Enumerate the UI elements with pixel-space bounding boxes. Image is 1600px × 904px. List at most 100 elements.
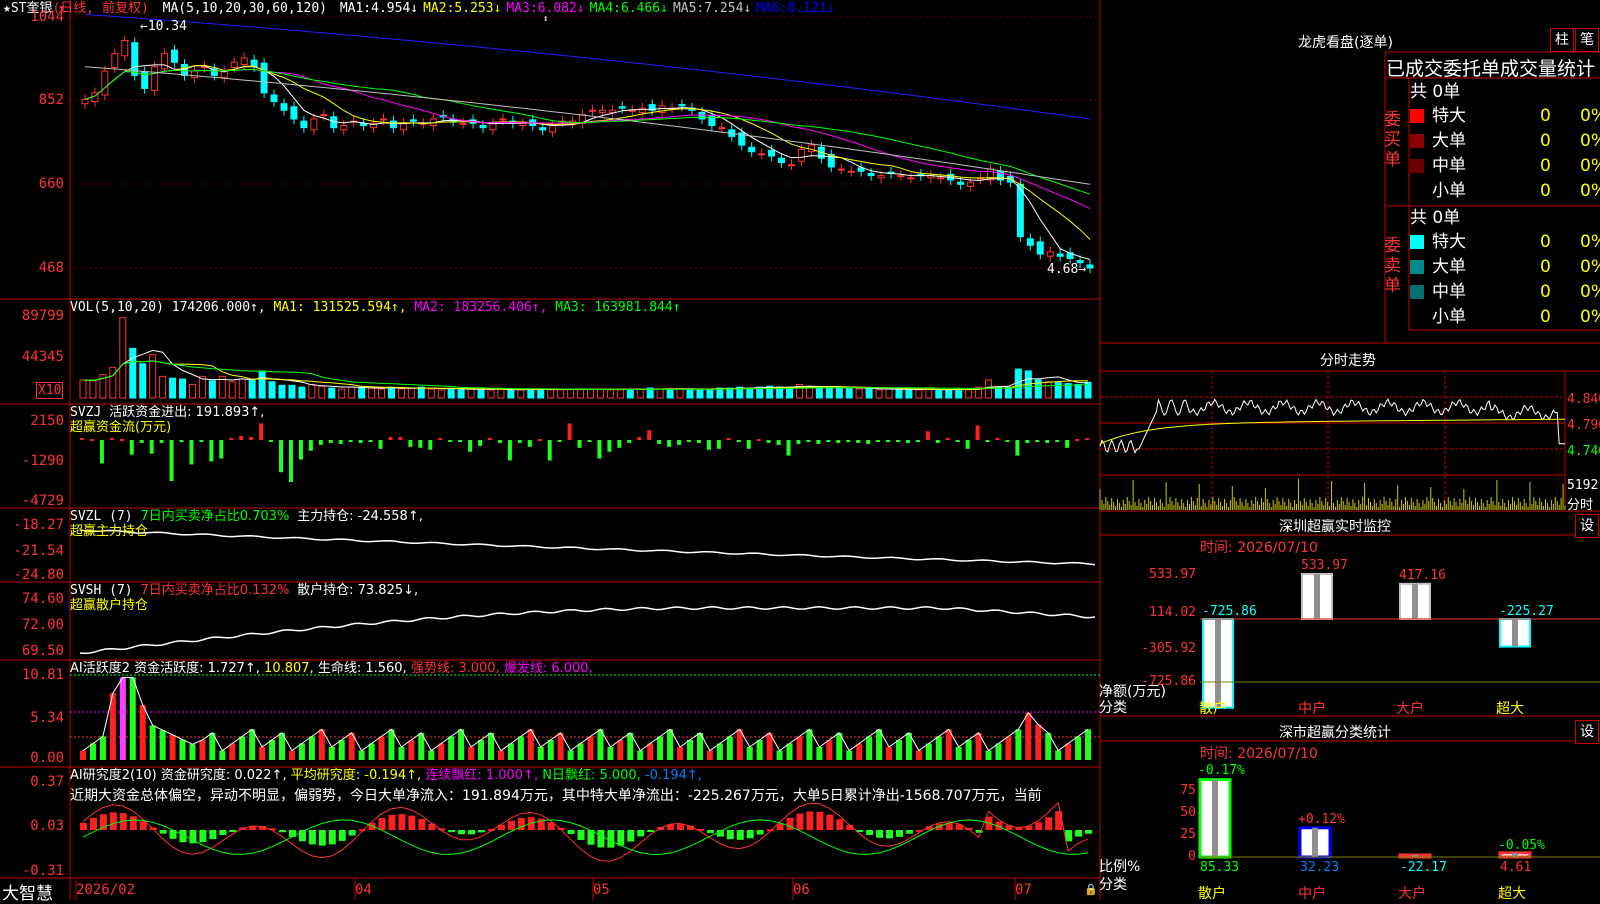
svzl-axis-label: -18.27 (13, 517, 64, 533)
classify-axis-label: 25 (1180, 827, 1196, 842)
buy-order-row: 特大 0 0% (1410, 104, 1600, 128)
classify-axis-label: 75 (1180, 783, 1196, 798)
low-price-label: 4.68→ (1047, 262, 1087, 277)
ma-value-6: MA6: (756, 1, 788, 16)
sell-side-label: 委卖单 (1384, 236, 1404, 296)
color-swatch-icon (1410, 109, 1424, 123)
ma-number-5: 7.254↓ (704, 1, 752, 16)
sell-side-char: 卖 (1384, 256, 1401, 276)
ai-research-axis-label: 0.37 (30, 774, 64, 790)
bar-mode-button[interactable]: 柱 (1550, 28, 1574, 52)
monitor-bar-shade (1314, 574, 1320, 619)
color-swatch-icon (1410, 260, 1424, 274)
sell-order-row: 大单 0 0% (1410, 255, 1600, 279)
intraday-title: 分时走势 (1320, 353, 1376, 369)
monitor-date: 时间: 2026/07/10 (1200, 540, 1318, 556)
color-swatch-icon (1410, 159, 1424, 173)
order-count: 0 (1540, 232, 1551, 252)
ai-active-value: 资金活跃度: 1.727↑, (134, 661, 260, 676)
order-percent: 0% (1580, 131, 1600, 151)
classify-ylabel: 比例% (1099, 859, 1141, 875)
classify-axis-label: 0 (1188, 849, 1196, 864)
vol-ma3: MA3: 163981.844↑ (555, 300, 681, 315)
ai-life-line: 生命线: 1.560, (317, 661, 407, 676)
classify-value-label: 32.23 (1300, 860, 1340, 875)
order-type-label: 大单 (1432, 131, 1466, 151)
monitor-xlabel: 分类 (1099, 700, 1127, 716)
ai-research-red: 连续飘红: 1.000↑, (425, 768, 539, 783)
svzj-axis-label: -4729 (21, 493, 64, 509)
buy-order-row: 中单 0 0% (1410, 154, 1600, 178)
vol-label: VOL(5,10,20) (70, 300, 164, 315)
ai-comment-text: 近期大资金总体偏空，异动不明显，偏弱势，今日大单净流入：191.894万元，其中… (70, 788, 1042, 804)
ma-number-6: 8.121↓ (787, 1, 835, 16)
sell-order-row: 中单 0 0% (1410, 280, 1600, 304)
order-type-label: 小单 (1432, 181, 1466, 201)
classify-xlabel: 分类 (1099, 877, 1127, 893)
order-percent: 0% (1580, 181, 1600, 201)
buy-side-char: 委 (1384, 110, 1401, 130)
classify-value-label: -22.17 (1400, 860, 1447, 875)
vol-value: 174206.000↑, (171, 300, 266, 315)
svzl-subtitle: 超赢主力持仓 (70, 524, 149, 539)
tick-mode-button[interactable]: 笔 (1575, 28, 1599, 52)
ai-active-header: AI活跃度2 资金活跃度: 1.727↑, 10.807, 生命线: 1.560… (70, 661, 593, 676)
ai-research-header: AI研究度2(10) 资金研究度: 0.022↑, 平均研究度: -0.194↑… (70, 768, 702, 783)
classify-value-label: 85.33 (1200, 860, 1240, 875)
app-name: 大智慧 (2, 884, 53, 904)
monitor-axis-label: -305.92 (1141, 641, 1196, 656)
sell-order-row: 小单 0 0% (1410, 305, 1600, 329)
color-swatch-icon (1410, 134, 1424, 148)
svzj-active-value: 活跃资金进出: 191.893↑, (109, 405, 265, 420)
svzj-axis-label: 2150 (30, 413, 64, 429)
color-swatch-icon (1410, 235, 1424, 249)
ai-active-label: AI活跃度2 (70, 661, 130, 676)
order-count: 0 (1540, 181, 1551, 201)
classify-axis-label: 50 (1180, 805, 1196, 820)
order-count: 0 (1540, 307, 1551, 327)
high-price-label: ←10.34 (140, 19, 187, 34)
classify-change-label: +0.12% (1298, 812, 1345, 827)
monitor-category: 大户 (1396, 701, 1424, 717)
date-tick: 06 (793, 882, 810, 898)
monitor-bar-shade (1215, 619, 1221, 708)
ma-value-1: MA1: (339, 1, 372, 16)
ai-active-axis-label: 5.34 (30, 710, 64, 726)
sell-order-row: 特大 0 0% (1410, 230, 1600, 254)
order-percent: 0% (1580, 307, 1600, 327)
buy-total: 共 0单 (1410, 82, 1461, 102)
date-tick: 07 (1015, 882, 1032, 898)
order-percent: 0% (1580, 282, 1600, 302)
svzl-main-value: 主力持仓: -24.558↑, (297, 509, 423, 524)
ai-strong-line: 强势线: 3.000, (410, 661, 500, 676)
ma-value-2: MA2: (423, 1, 455, 16)
color-swatch-icon (1410, 184, 1424, 198)
monitor-settings-button[interactable]: 设 (1575, 514, 1599, 538)
lock-icon[interactable]: 🔒 (1084, 883, 1098, 896)
ai-active-axis-label: 10.81 (21, 667, 64, 683)
buy-order-row: 小单 0 0% (1410, 179, 1600, 203)
dragon-tiger-title: 龙虎看盘(逐单) (1298, 35, 1393, 51)
buy-side-label: 委买单 (1384, 110, 1404, 170)
price-axis-label: 468 (38, 260, 64, 276)
ma-number-1: 4.954↓ (371, 1, 419, 16)
classify-settings-button[interactable]: 设 (1575, 720, 1599, 744)
sell-side-char: 委 (1384, 236, 1401, 256)
classify-date: 时间: 2026/07/10 (1200, 746, 1318, 762)
classify-value-label: 4.61 (1500, 860, 1532, 875)
intraday-vol-label: 5192 (1567, 478, 1599, 493)
ma-value-3: MA3: (506, 1, 538, 16)
classify-change-label: -0.17% (1198, 763, 1245, 778)
price-panel-header: ★ST奎银(日线, 前复权) MA(5,10,20,30,60,120) MA1… (3, 1, 835, 16)
vol-panel-header: VOL(5,10,20) 174206.000↑, MA1: 131525.59… (70, 300, 681, 315)
monitor-value-label: 417.16 (1399, 568, 1446, 583)
svzl-axis-label: -21.54 (13, 543, 64, 559)
classify-bar-shade (1212, 779, 1218, 857)
monitor-value-label: -225.27 (1499, 604, 1554, 619)
svzj-axis-label: -1290 (21, 453, 64, 469)
order-stats-title: 已成交委托单成交量统计 (1386, 58, 1596, 80)
vol-axis-label: 89799 (21, 308, 64, 324)
low-price-value: 4.68 (1047, 262, 1079, 277)
svzl-axis-label: -24.80 (13, 567, 64, 583)
intraday-price-line (1099, 398, 1565, 454)
